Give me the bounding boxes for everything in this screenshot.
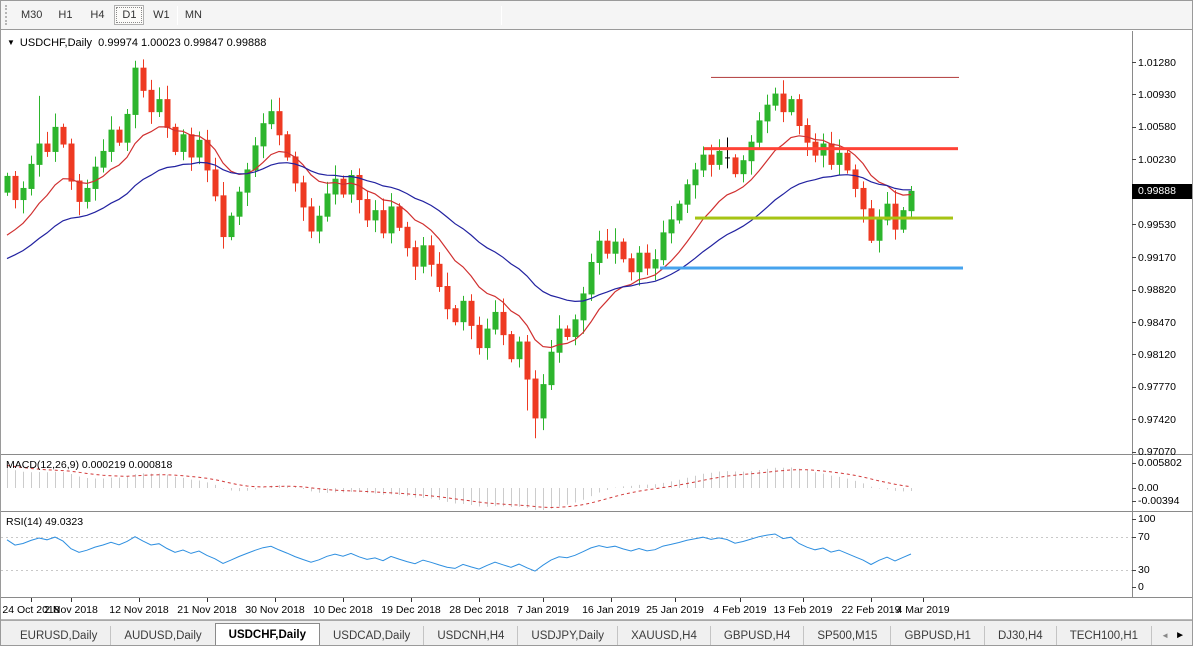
chart-tab-usdjpy-daily[interactable]: USDJPY,Daily [517,626,617,646]
price-axis-label: 0.97770 [1138,381,1176,393]
indicator-axis-tick [1132,488,1136,489]
date-axis-tick [71,598,72,602]
date-axis-label: 16 Jan 2019 [582,604,640,616]
date-axis-label: 22 Feb 2019 [842,604,901,616]
price-axis-tick [1132,290,1136,291]
price-axis-tick [1132,354,1136,355]
chart-tab-usdcad-daily[interactable]: USDCAD,Daily [320,626,423,646]
chart-tab-dj30-h4[interactable]: DJ30,H4 [984,626,1056,646]
price-axis-tick [1132,127,1136,128]
price-axis-label: 0.98470 [1138,317,1176,329]
date-axis-label: 12 Nov 2018 [109,604,169,616]
date-axis-tick [479,598,480,602]
chart-tab-audusd-daily[interactable]: AUDUSD,Daily [110,626,214,646]
indicator-axis-tick [1132,587,1136,588]
mt4-window: M30H1H4D1W1MN ▼USDCHF,Daily 0.99974 1.00… [0,0,1193,646]
indicator-axis-label: 0 [1138,581,1144,593]
date-axis-tick [411,598,412,602]
date-axis-label: 28 Dec 2018 [449,604,509,616]
chart-tab-sp500-m15[interactable]: SP500,M15 [803,626,890,646]
date-axis-tick [343,598,344,602]
indicator-axis-label: 70 [1138,531,1150,543]
indicator-axis-label: 0.00 [1138,482,1158,494]
macd-indicator-label: MACD(12,26,9) 0.000219 0.000818 [6,459,172,471]
price-axis-label: 0.99530 [1138,219,1176,231]
chart-symbol-label: USDCHF,Daily [20,37,92,49]
indicator-axis-tick [1132,463,1136,464]
date-axis-tick [543,598,544,602]
date-axis-label: 7 Jan 2019 [517,604,569,616]
chart-tab-usdchf-daily[interactable]: USDCHF,Daily [215,623,320,646]
indicator-axis-tick [1132,501,1136,502]
tab-scroll-right-icon[interactable]: ► [1175,627,1185,645]
indicator-axis-label: 0.005802 [1138,457,1182,469]
date-axis-tick [923,598,924,602]
date-axis-label: 10 Dec 2018 [313,604,373,616]
rsi-indicator-label: RSI(14) 49.0323 [6,516,83,528]
date-axis-tick [139,598,140,602]
price-axis-tick [1132,322,1136,323]
chart-symbol-header[interactable]: ▼ USDCHF,Daily 0.99974 1.00023 0.99847 0.… [7,37,266,49]
indicator-axis-tick [1132,537,1136,538]
price-axis-tick [1132,257,1136,258]
chart-ohlc-quote: 0.99974 1.00023 0.99847 0.99888 [98,37,266,49]
date-axis-tick [803,598,804,602]
chart-tab-gbpusd-h1[interactable]: GBPUSD,H1 [890,626,983,646]
price-axis-label: 1.00580 [1138,121,1176,133]
tab-scroll-arrows: ◄► [1156,625,1190,645]
chart-tab-xauusd-h4[interactable]: XAUUSD,H4 [617,626,710,646]
date-axis-label: 4 Mar 2019 [896,604,949,616]
price-axis-label: 0.99170 [1138,252,1176,264]
price-axis-tick [1132,94,1136,95]
chart-tab-bar: EURUSD,DailyAUDUSD,DailyUSDCHF,DailyUSDC… [1,620,1193,646]
date-axis-tick [675,598,676,602]
indicator-axis-tick [1132,519,1136,520]
price-axis-label: 0.97420 [1138,414,1176,426]
tab-scroll-left-icon[interactable]: ◄ [1161,627,1169,645]
chart-tab-usdcnh-h4[interactable]: USDCNH,H4 [423,626,517,646]
price-axis-tick [1132,452,1136,453]
price-axis-divider [1132,31,1133,598]
indicator-axis-tick [1132,570,1136,571]
indicator-axis-label: 30 [1138,564,1150,576]
price-axis-label: 0.98120 [1138,349,1176,361]
date-axis-label: 13 Feb 2019 [774,604,833,616]
price-axis-tick [1132,62,1136,63]
chart-canvas[interactable] [1,1,1132,598]
date-axis-tick [740,598,741,602]
chart-tab-eurusd-daily[interactable]: EURUSD,Daily [7,626,110,646]
date-axis-label: 19 Dec 2018 [381,604,441,616]
date-axis-label: 25 Jan 2019 [646,604,704,616]
date-axis-tick [275,598,276,602]
price-axis-label: 0.98820 [1138,284,1176,296]
date-axis-label: 21 Nov 2018 [177,604,237,616]
price-axis-tick [1132,159,1136,160]
date-axis-tick [31,598,32,602]
indicator-axis-label: 100 [1138,513,1156,525]
date-axis-label: 2 Nov 2018 [44,604,98,616]
date-axis-label: 30 Nov 2018 [245,604,305,616]
date-axis-tick [871,598,872,602]
date-axis[interactable]: 24 Oct 20182 Nov 201812 Nov 201821 Nov 2… [1,598,1193,620]
price-axis-label: 1.00930 [1138,89,1176,101]
chart-tab-gbpusd-h4[interactable]: GBPUSD,H4 [710,626,803,646]
price-axis-label: 1.00230 [1138,154,1176,166]
indicator-axis-label: -0.00394 [1138,495,1179,507]
date-axis-tick [207,598,208,602]
price-axis-tick [1132,224,1136,225]
chart-dropdown-icon[interactable]: ▼ [7,38,15,47]
price-axis-tick [1132,419,1136,420]
date-axis-label: 4 Feb 2019 [713,604,766,616]
chart-tab-tech100-h1[interactable]: TECH100,H1 [1056,626,1151,646]
current-price-tag: 0.99888 [1132,184,1193,199]
price-axis-label: 1.01280 [1138,57,1176,69]
price-axis-tick [1132,387,1136,388]
date-axis-tick [611,598,612,602]
